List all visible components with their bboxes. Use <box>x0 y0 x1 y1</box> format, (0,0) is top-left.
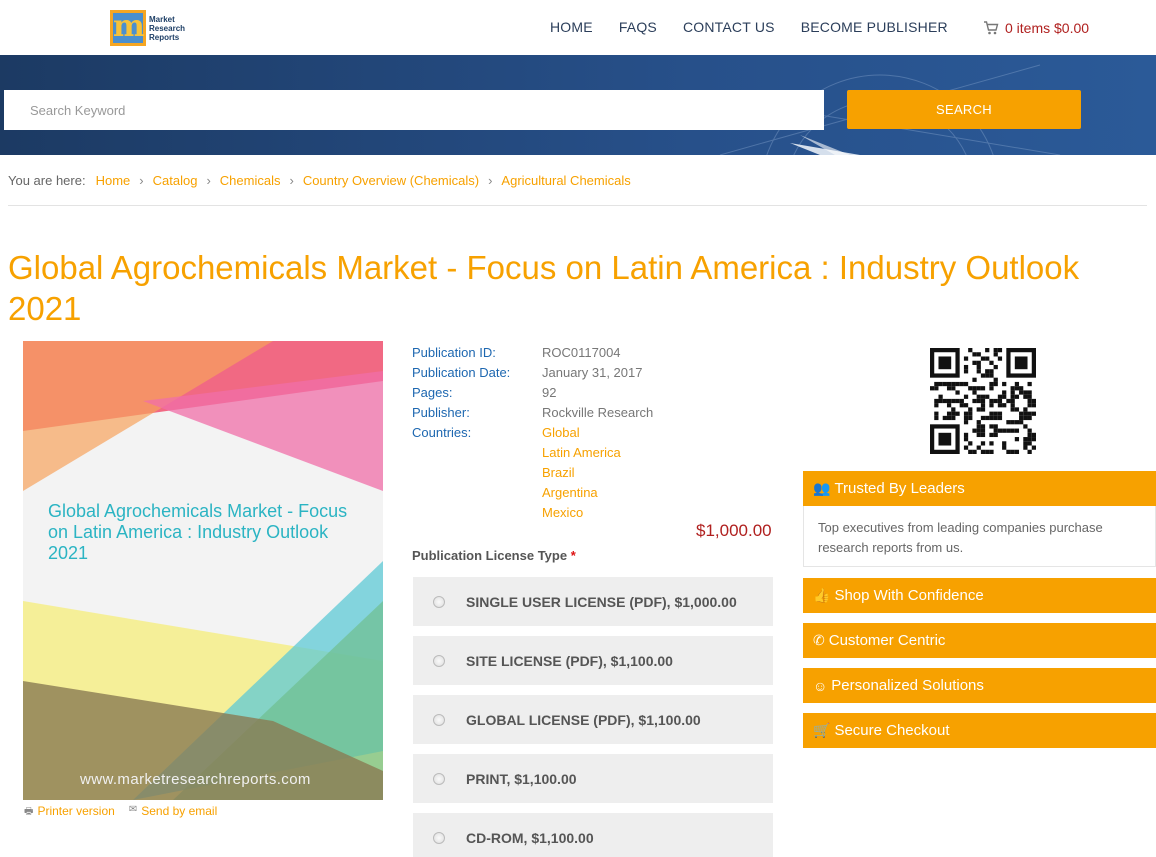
license-option-single-user[interactable]: SINGLE USER LICENSE (PDF), $1,000.00 <box>413 577 773 626</box>
country-link-argentina[interactable]: Argentina <box>542 483 621 503</box>
breadcrumb-chemicals[interactable]: Chemicals <box>220 173 281 188</box>
publication-details: Publication ID: ROC0117004 Publication D… <box>412 343 653 523</box>
breadcrumb-separator-icon: › <box>488 173 493 188</box>
customer-centric-panel[interactable]: ✆ Customer Centric <box>803 623 1156 658</box>
cart-summary: 0 items $0.00 <box>1005 20 1090 36</box>
breadcrumb-catalog[interactable]: Catalog <box>153 173 198 188</box>
cover-title: Global Agrochemicals Market - Focus on L… <box>48 501 348 563</box>
license-option-print[interactable]: PRINT, $1,100.00 <box>413 754 773 803</box>
meta-row: Pages: 92 <box>412 383 653 403</box>
search-banner: SEARCH <box>0 55 1156 155</box>
cover-artwork <box>23 341 383 800</box>
license-type-label: Publication License Type <box>412 548 568 563</box>
nav-contact-us[interactable]: CONTACT US <box>683 19 775 35</box>
meta-row: Publication ID: ROC0117004 <box>412 343 653 363</box>
required-mark: * <box>570 548 576 563</box>
trusted-title: Trusted By Leaders <box>834 480 965 497</box>
price: $1,000.00 <box>696 521 772 540</box>
meta-label: Publisher: <box>412 405 470 420</box>
nav-become-publisher[interactable]: BECOME PUBLISHER <box>801 19 948 35</box>
trusted-by-leaders-header: 👥 Trusted By Leaders <box>803 471 1156 506</box>
site-logo[interactable]: m Market Research Reports <box>110 9 193 47</box>
nav-home[interactable]: HOME <box>550 19 593 35</box>
divider <box>8 205 1147 206</box>
country-link-brazil[interactable]: Brazil <box>542 463 621 483</box>
pages-count: 92 <box>542 385 557 400</box>
page-title: Global Agrochemicals Market - Focus on L… <box>8 249 1080 327</box>
search-button[interactable]: SEARCH <box>847 90 1081 129</box>
users-icon: 👥 <box>813 480 831 496</box>
sidebar-item-label: Personalized Solutions <box>831 677 984 694</box>
license-type-heading: Publication License Type * <box>412 548 576 563</box>
smile-icon: ☺ <box>813 677 828 694</box>
meta-row: Countries: Global Latin America Brazil A… <box>412 423 653 523</box>
meta-label: Publication ID: <box>412 345 496 360</box>
cart-icon <box>984 21 999 35</box>
meta-row: Publisher: Rockville Research <box>412 403 653 423</box>
breadcrumb-agricultural-chemicals[interactable]: Agricultural Chemicals <box>501 173 630 188</box>
license-label: PRINT, $1,100.00 <box>466 770 577 787</box>
logo-text: Market Research Reports <box>149 14 186 42</box>
email-icon: ✉ <box>128 804 138 815</box>
publisher-name: Rockville Research <box>542 405 654 420</box>
phone-icon: ✆ <box>813 632 825 648</box>
license-option-site[interactable]: SITE LICENSE (PDF), $1,100.00 <box>413 636 773 685</box>
cover-url: www.marketresearchreports.com <box>80 771 311 788</box>
cart-icon: 🛒 <box>813 722 831 738</box>
printer-icon: 🖶 <box>24 806 34 817</box>
send-by-email-link[interactable]: Send by email <box>141 804 217 821</box>
radio-button[interactable] <box>433 772 445 785</box>
publication-date: January 31, 2017 <box>542 365 643 380</box>
country-link-global[interactable]: Global <box>542 423 621 443</box>
secure-checkout-panel[interactable]: 🛒 Secure Checkout <box>803 713 1156 748</box>
trusted-description: Top executives from leading companies pu… <box>803 506 1156 567</box>
breadcrumb-country-overview[interactable]: Country Overview (Chemicals) <box>303 173 479 188</box>
nav-faqs[interactable]: FAQS <box>619 19 657 35</box>
sidebar-item-label: Secure Checkout <box>834 722 950 739</box>
country-link-latin-america[interactable]: Latin America <box>542 443 621 463</box>
breadcrumb: You are here: Home › Catalog › Chemicals… <box>8 173 631 188</box>
printer-version-link[interactable]: Printer version <box>37 804 114 821</box>
qr-code-icon <box>930 348 1036 454</box>
radio-button[interactable] <box>433 654 445 667</box>
breadcrumb-separator-icon: › <box>139 173 144 188</box>
cover-links: 🖶 Printer version ✉ Send by email <box>24 804 217 821</box>
breadcrumb-separator-icon: › <box>206 173 211 188</box>
license-option-global[interactable]: GLOBAL LICENSE (PDF), $1,100.00 <box>413 695 773 744</box>
logo-mark-icon: m <box>110 10 146 46</box>
publication-id: ROC0117004 <box>542 345 621 360</box>
radio-button[interactable] <box>433 831 445 844</box>
sidebar-item-label: Customer Centric <box>828 632 946 649</box>
cart-link[interactable]: 0 items $0.00 <box>983 20 1089 36</box>
radio-button[interactable] <box>433 595 445 608</box>
license-label: GLOBAL LICENSE (PDF), $1,100.00 <box>466 711 701 728</box>
countries-list: Global Latin America Brazil Argentina Me… <box>542 423 621 523</box>
country-link-mexico[interactable]: Mexico <box>542 503 621 523</box>
breadcrumb-label: You are here: <box>8 173 86 188</box>
main-nav: HOME FAQS CONTACT US BECOME PUBLISHER <box>550 19 974 35</box>
meta-label: Publication Date: <box>412 365 511 380</box>
meta-label: Countries: <box>412 425 472 440</box>
license-option-cd-rom[interactable]: CD-ROM, $1,100.00 <box>413 813 773 857</box>
license-label: SINGLE USER LICENSE (PDF), $1,000.00 <box>466 593 737 610</box>
license-label: SITE LICENSE (PDF), $1,100.00 <box>466 652 673 669</box>
breadcrumb-separator-icon: › <box>289 173 294 188</box>
report-cover-image: Global Agrochemicals Market - Focus on L… <box>23 341 383 800</box>
personalized-solutions-panel[interactable]: ☺ Personalized Solutions <box>803 668 1156 703</box>
radio-button[interactable] <box>433 713 445 726</box>
license-label: CD-ROM, $1,100.00 <box>466 829 594 846</box>
meta-label: Pages: <box>412 385 453 400</box>
thumbs-up-icon: 👍 <box>813 587 831 603</box>
meta-row: Publication Date: January 31, 2017 <box>412 363 653 383</box>
sidebar-item-label: Shop With Confidence <box>834 587 984 604</box>
site-header: m Market Research Reports HOME FAQS CONT… <box>0 0 1156 55</box>
search-input[interactable] <box>4 90 824 130</box>
shop-with-confidence-panel[interactable]: 👍 Shop With Confidence <box>803 578 1156 613</box>
breadcrumb-home[interactable]: Home <box>96 173 131 188</box>
